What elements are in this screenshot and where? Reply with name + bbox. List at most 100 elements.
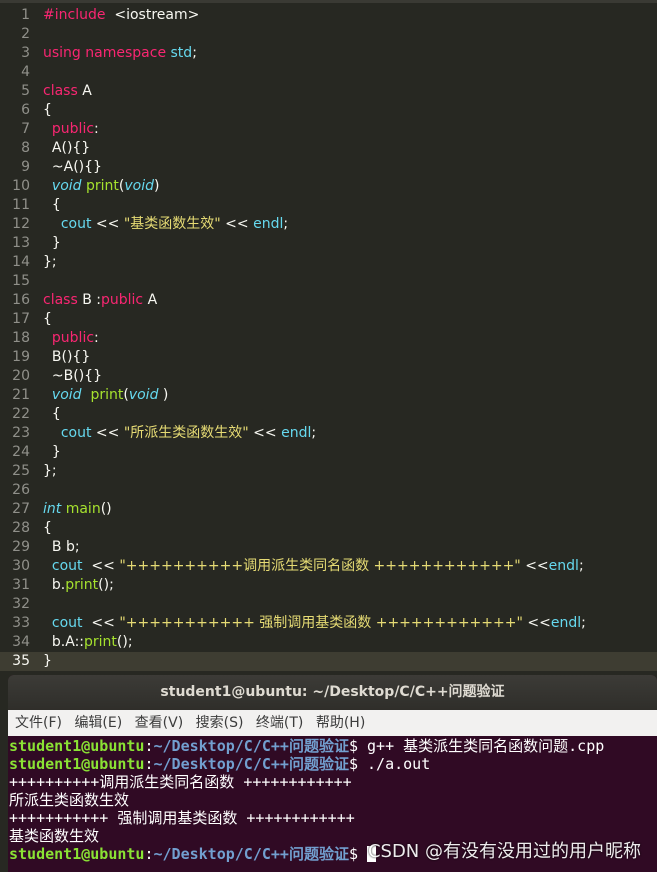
code-text: b.print(); — [43, 577, 114, 593]
code-text: B b; — [43, 539, 80, 555]
prompt-user: student1@ubuntu — [9, 737, 145, 755]
code-line[interactable]: 25}; — [0, 462, 657, 481]
code-line[interactable]: 5 class A — [0, 82, 657, 101]
code-line[interactable]: 3 using namespace std; — [0, 44, 657, 63]
code-line[interactable]: 1 #include <iostream> — [0, 6, 657, 25]
terminal-line: student1@ubuntu:~/Desktop/C/C++问题验证$ ./a… — [9, 755, 430, 773]
code-line[interactable]: 29 B b; — [0, 538, 657, 557]
line-number: 11 — [12, 197, 30, 213]
line-number: 20 — [12, 368, 30, 384]
code-line[interactable]: 24 } — [0, 443, 657, 462]
code-line[interactable]: 20 ~B(){} — [0, 367, 657, 386]
code-text: ~B(){} — [43, 368, 102, 384]
line-number: 27 — [12, 501, 30, 517]
line-number: 28 — [12, 520, 30, 536]
code-text: void print(void ) — [51, 387, 169, 403]
code-line[interactable]: 2 — [0, 25, 657, 44]
output-line: ++++++++++调用派生类同名函数 ++++++++++++ — [9, 773, 352, 791]
line-number: 31 — [12, 577, 30, 593]
code-line[interactable]: 11 { — [0, 196, 657, 215]
code-text: B(){} — [43, 349, 91, 365]
line-number: 30 — [12, 558, 30, 574]
line-number: 2 — [21, 26, 30, 42]
editor-tab-strip — [0, 0, 657, 3]
code-text: cout << "++++++++++调用派生类同名函数 +++++++++++… — [51, 558, 584, 574]
code-line[interactable]: 10 void print(void) — [0, 177, 657, 196]
code-line[interactable]: 8 A(){} — [0, 139, 657, 158]
output-line: +++++++++++ 强制调用基类函数 ++++++++++++ — [9, 809, 355, 827]
code-text: { — [43, 520, 52, 536]
line-number: 14 — [12, 254, 30, 270]
code-text: { — [43, 406, 61, 422]
terminal-window[interactable]: student1@ubuntu: ~/Desktop/C/C++问题验证 文件(… — [8, 675, 657, 872]
code-text: int main() — [43, 501, 112, 517]
code-text: cout << "基类函数生效" << endl; — [60, 216, 289, 232]
code-line[interactable]: 28 { — [0, 519, 657, 538]
menu-edit[interactable]: 编辑(E) — [73, 710, 123, 736]
terminal-menubar: 文件(F) 编辑(E) 查看(V) 搜索(S) 终端(T) 帮助(H) — [8, 710, 657, 736]
prompt-path: ~/Desktop/C/C++问题验证 — [153, 845, 349, 863]
code-line[interactable]: 16 class B :public A — [0, 291, 657, 310]
code-line[interactable]: 12 cout << "基类函数生效" << endl; — [0, 215, 657, 234]
line-number: 5 — [21, 83, 30, 99]
code-text: { — [43, 311, 52, 327]
command-text: $ ./a.out — [348, 755, 431, 773]
code-text: } — [43, 444, 61, 460]
menu-help[interactable]: 帮助(H) — [315, 710, 366, 736]
code-text: { — [43, 197, 61, 213]
code-line[interactable]: 34 b.A::print(); — [0, 633, 657, 652]
code-line[interactable]: 27 int main() — [0, 500, 657, 519]
code-text: public: — [51, 330, 99, 346]
code-line[interactable]: 30 cout << "++++++++++调用派生类同名函数 ++++++++… — [0, 557, 657, 576]
code-text: #include <iostream> — [43, 7, 200, 23]
code-text: void print(void) — [51, 178, 160, 194]
line-number: 15 — [12, 273, 30, 289]
line-number: 24 — [12, 444, 30, 460]
code-line[interactable]: 21 void print(void ) — [0, 386, 657, 405]
code-line[interactable]: 22 { — [0, 405, 657, 424]
code-text: { — [43, 102, 52, 118]
code-line[interactable]: 4 — [0, 63, 657, 82]
line-number: 35 — [12, 653, 30, 669]
code-editor[interactable]: 1 #include <iostream> 2 3 using namespace st… — [0, 0, 657, 672]
code-line[interactable]: 33 cout << "+++++++++++ 强制调用基类函数 +++++++… — [0, 614, 657, 633]
code-text: using namespace std; — [43, 45, 197, 61]
code-line[interactable]: 31 b.print(); — [0, 576, 657, 595]
prompt-path: ~/Desktop/C/C++问题验证 — [153, 755, 349, 773]
prompt-user: student1@ubuntu — [9, 755, 145, 773]
code-line[interactable]: 6{ — [0, 101, 657, 120]
line-number: 33 — [12, 615, 30, 631]
menu-view[interactable]: 查看(V) — [134, 710, 185, 736]
code-line[interactable]: 19 B(){} — [0, 348, 657, 367]
code-line[interactable]: 9 ~A(){} — [0, 158, 657, 177]
code-text: class A — [43, 83, 92, 99]
code-line[interactable]: 14}; — [0, 253, 657, 272]
code-line[interactable]: 15 — [0, 272, 657, 291]
line-number: 21 — [12, 387, 30, 403]
line-number: 16 — [12, 292, 30, 308]
code-line[interactable]: 35} — [0, 652, 657, 671]
line-number: 26 — [12, 482, 30, 498]
terminal-line: student1@ubuntu:~/Desktop/C/C++问题验证$ g++… — [9, 737, 604, 755]
code-line[interactable]: 13 } — [0, 234, 657, 253]
code-text: } — [43, 235, 61, 251]
code-line[interactable]: 17 { — [0, 310, 657, 329]
code-line[interactable]: 18 public: — [0, 329, 657, 348]
code-text: class B :public A — [43, 292, 158, 308]
code-line[interactable]: 7 public: — [0, 120, 657, 139]
menu-search[interactable]: 搜索(S) — [195, 710, 245, 736]
code-line[interactable]: 23 cout << "所派生类函数生效" << endl; — [0, 424, 657, 443]
code-line[interactable]: 26 — [0, 481, 657, 500]
line-number: 6 — [21, 102, 30, 118]
code-text: cout << "+++++++++++ 强制调用基类函数 ++++++++++… — [51, 615, 586, 631]
line-number: 13 — [12, 235, 30, 251]
output-line: 所派生类函数生效 — [9, 791, 130, 809]
watermark: CSDN @有没有没用过的用户昵称 — [367, 841, 641, 862]
prompt-sep: : — [144, 737, 154, 755]
code-line[interactable]: 32 — [0, 595, 657, 614]
menu-file[interactable]: 文件(F) — [14, 710, 63, 736]
menu-terminal[interactable]: 终端(T) — [255, 710, 304, 736]
code-text: A(){} — [43, 140, 91, 156]
line-number: 9 — [21, 159, 30, 175]
code-text: }; — [43, 463, 57, 479]
